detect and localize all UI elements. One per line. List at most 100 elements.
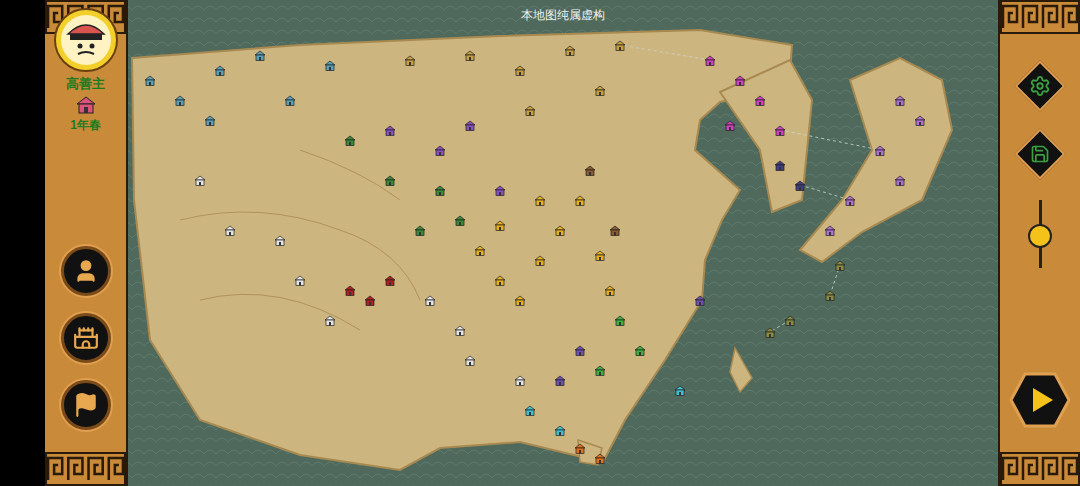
screen-edge bbox=[0, 0, 45, 486]
city-pin[interactable] bbox=[464, 50, 476, 61]
person-icon bbox=[73, 258, 99, 284]
city-pin[interactable] bbox=[214, 65, 226, 76]
city-pin[interactable] bbox=[614, 40, 626, 51]
city-pin[interactable] bbox=[834, 260, 846, 271]
city-pin[interactable] bbox=[784, 315, 796, 326]
city-pin[interactable] bbox=[364, 295, 376, 306]
bottom-ornament bbox=[1000, 452, 1080, 486]
city-pin[interactable] bbox=[634, 345, 646, 356]
city-pin[interactable] bbox=[774, 160, 786, 171]
city-pin[interactable] bbox=[344, 285, 356, 296]
city-pin[interactable] bbox=[734, 75, 746, 86]
city-pin[interactable] bbox=[594, 453, 606, 464]
player-avatar[interactable] bbox=[54, 8, 118, 72]
play-icon bbox=[1009, 372, 1071, 428]
gear-icon bbox=[1029, 75, 1051, 97]
city-pin[interactable] bbox=[894, 175, 906, 186]
ruler-portrait-icon bbox=[60, 14, 112, 66]
city-pin[interactable] bbox=[574, 443, 586, 454]
city-pin[interactable] bbox=[914, 115, 926, 126]
zoom-slider-knob[interactable] bbox=[1028, 224, 1052, 248]
city-pin[interactable] bbox=[464, 120, 476, 131]
city-pin[interactable] bbox=[224, 225, 236, 236]
city-pin[interactable] bbox=[584, 165, 596, 176]
city-pin[interactable] bbox=[424, 295, 436, 306]
city-pin[interactable] bbox=[724, 120, 736, 131]
player-name: 高善主 bbox=[66, 76, 105, 92]
factions-button[interactable] bbox=[61, 380, 111, 430]
city-pin[interactable] bbox=[609, 225, 621, 236]
city-pin[interactable] bbox=[564, 45, 576, 56]
city-pin[interactable] bbox=[274, 235, 286, 246]
city-pin[interactable] bbox=[554, 225, 566, 236]
characters-button[interactable] bbox=[61, 246, 111, 296]
city-pin[interactable] bbox=[774, 125, 786, 136]
city-pin[interactable] bbox=[194, 175, 206, 186]
city-pin[interactable] bbox=[404, 55, 416, 66]
city-pin[interactable] bbox=[574, 195, 586, 206]
city-pin[interactable] bbox=[144, 75, 156, 86]
game-date: 1年春 bbox=[70, 118, 101, 133]
city-pin[interactable] bbox=[824, 225, 836, 236]
zoom-slider[interactable] bbox=[1027, 200, 1053, 268]
city-pin[interactable] bbox=[384, 175, 396, 186]
city-pin[interactable] bbox=[384, 125, 396, 136]
city-pin[interactable] bbox=[514, 295, 526, 306]
flag-icon bbox=[73, 392, 99, 418]
city-pin[interactable] bbox=[514, 65, 526, 76]
city-pin[interactable] bbox=[704, 55, 716, 66]
city-pin[interactable] bbox=[674, 385, 686, 396]
settings-button[interactable] bbox=[1016, 62, 1064, 110]
city-pin[interactable] bbox=[844, 195, 856, 206]
city-pin[interactable] bbox=[894, 95, 906, 106]
city-pin[interactable] bbox=[494, 185, 506, 196]
castle-icon bbox=[73, 325, 99, 351]
game-screen: 高善主 1年春 本地图纯属虚构 bbox=[0, 0, 1080, 486]
save-icon bbox=[1030, 144, 1050, 164]
city-pin[interactable] bbox=[494, 220, 506, 231]
city-pin[interactable] bbox=[754, 95, 766, 106]
city-pin[interactable] bbox=[494, 275, 506, 286]
city-pin[interactable] bbox=[574, 345, 586, 356]
city-pin[interactable] bbox=[534, 195, 546, 206]
city-pin[interactable] bbox=[514, 375, 526, 386]
city-pin[interactable] bbox=[464, 355, 476, 366]
city-pin[interactable] bbox=[824, 290, 836, 301]
map-view[interactable]: 本地图纯属虚构 bbox=[128, 0, 998, 486]
city-pin[interactable] bbox=[594, 250, 606, 261]
city-pin[interactable] bbox=[594, 85, 606, 96]
save-button[interactable] bbox=[1016, 130, 1064, 178]
city-pin[interactable] bbox=[174, 95, 186, 106]
city-pin[interactable] bbox=[534, 255, 546, 266]
city-pin[interactable] bbox=[524, 105, 536, 116]
city-pin[interactable] bbox=[794, 180, 806, 191]
city-pin[interactable] bbox=[454, 215, 466, 226]
city-pin[interactable] bbox=[594, 365, 606, 376]
end-turn-button[interactable] bbox=[1009, 372, 1071, 428]
map-terrain bbox=[128, 0, 998, 486]
city-pin[interactable] bbox=[604, 285, 616, 296]
city-pin[interactable] bbox=[524, 405, 536, 416]
city-pin[interactable] bbox=[434, 145, 446, 156]
city-pin[interactable] bbox=[324, 315, 336, 326]
city-pin[interactable] bbox=[204, 115, 216, 126]
left-panel: 高善主 1年春 bbox=[45, 0, 128, 486]
cities-button[interactable] bbox=[61, 313, 111, 363]
city-pin[interactable] bbox=[614, 315, 626, 326]
city-pin[interactable] bbox=[324, 60, 336, 71]
city-pin[interactable] bbox=[254, 50, 266, 61]
top-ornament bbox=[1000, 0, 1080, 34]
city-pin[interactable] bbox=[434, 185, 446, 196]
city-pin[interactable] bbox=[694, 295, 706, 306]
city-pin[interactable] bbox=[454, 325, 466, 336]
city-pin[interactable] bbox=[344, 135, 356, 146]
city-pin[interactable] bbox=[294, 275, 306, 286]
city-pin[interactable] bbox=[384, 275, 396, 286]
city-pin[interactable] bbox=[284, 95, 296, 106]
city-pin[interactable] bbox=[554, 375, 566, 386]
city-pin[interactable] bbox=[554, 425, 566, 436]
city-pin[interactable] bbox=[764, 327, 776, 338]
city-pin[interactable] bbox=[414, 225, 426, 236]
city-pin[interactable] bbox=[474, 245, 486, 256]
city-pin[interactable] bbox=[874, 145, 886, 156]
